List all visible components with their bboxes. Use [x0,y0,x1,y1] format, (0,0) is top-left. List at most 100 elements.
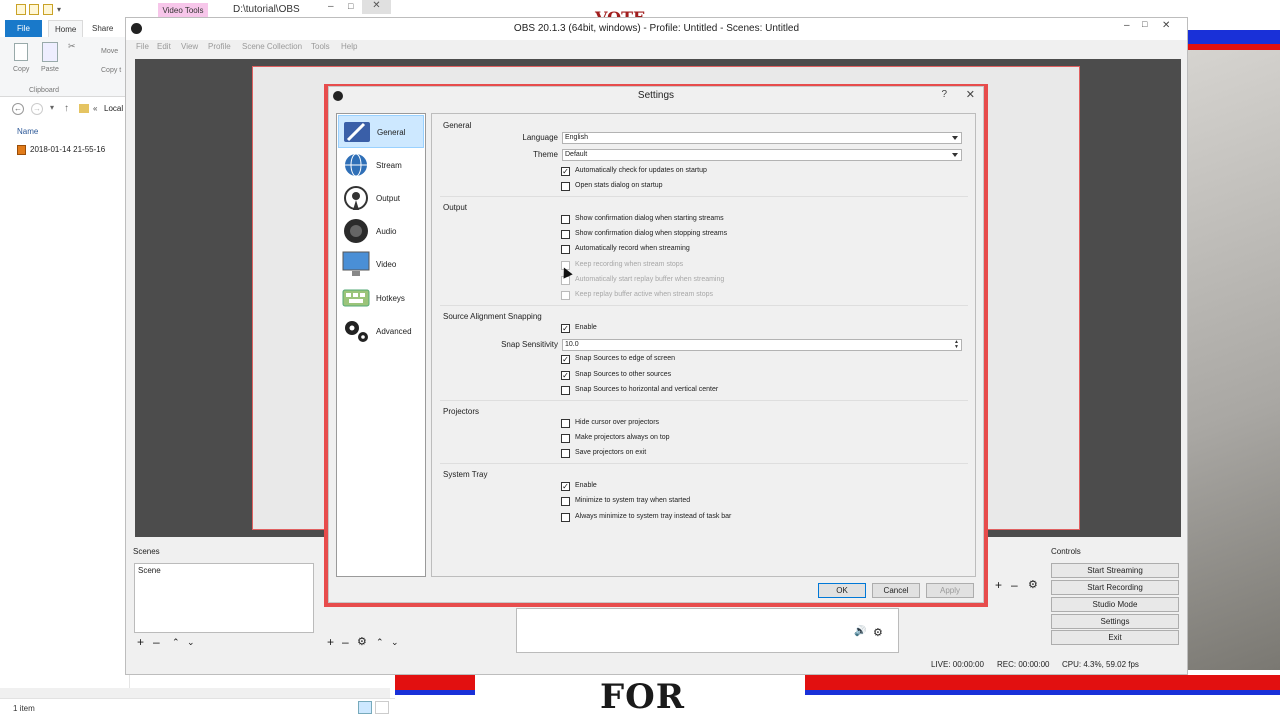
minimize-icon[interactable]: – [1124,20,1130,31]
remove-transition-icon[interactable]: – [1011,578,1018,592]
settings-button[interactable]: Settings [1051,614,1179,629]
spin-down-icon[interactable]: ▼ [954,345,959,350]
minimize-icon[interactable]: – [328,1,334,12]
keep-recording-label[interactable]: Keep recording when stream stops [575,261,683,268]
file-list-item[interactable]: 2018-01-14 21-55-16 [30,145,105,154]
close-icon[interactable]: ✕ [966,88,975,101]
scene-list-item[interactable]: Scene [138,566,161,575]
menu-help[interactable]: Help [341,42,357,51]
hide-cursor-label[interactable]: Hide cursor over projectors [575,419,659,426]
close-icon[interactable]: ✕ [1162,20,1170,31]
category-audio[interactable]: Audio [338,215,424,248]
save-projectors-label[interactable]: Save projectors on exit [575,449,646,456]
confirm-start-checkbox[interactable] [561,215,570,224]
projectors-on-top-label[interactable]: Make projectors always on top [575,434,670,441]
speaker-icon[interactable]: 🔊 [854,626,866,637]
studio-mode-button[interactable]: Studio Mode [1051,597,1179,612]
snap-center-checkbox[interactable] [561,386,570,395]
category-stream[interactable]: Stream [338,149,424,182]
stats-startup-label[interactable]: Open stats dialog on startup [575,182,663,189]
copy-to-label[interactable]: Copy t [101,67,121,74]
tray-always-label[interactable]: Always minimize to system tray instead o… [575,513,731,520]
gear-icon[interactable]: ⚙ [357,635,367,648]
auto-replay-label[interactable]: Automatically start replay buffer when s… [575,276,724,283]
theme-dropdown[interactable]: Default [562,149,962,161]
tray-min-start-checkbox[interactable] [561,497,570,506]
copy-icon[interactable] [14,43,28,61]
menu-profile[interactable]: Profile [208,42,231,51]
breadcrumb-location[interactable]: Local [104,104,123,113]
apply-button[interactable]: Apply [926,583,974,598]
keep-replay-checkbox[interactable] [561,291,570,300]
projectors-on-top-checkbox[interactable] [561,434,570,443]
remove-scene-icon[interactable]: – [153,635,160,649]
recent-dropdown-icon[interactable]: ▾ [50,103,54,112]
snap-other-checkbox[interactable]: ✓ [561,371,570,380]
large-icons-view-icon[interactable] [375,701,389,714]
menu-file[interactable]: File [136,42,149,51]
move-down-icon[interactable]: ⌄ [391,637,399,648]
gear-icon[interactable]: ⚙ [873,626,883,639]
language-dropdown[interactable]: English [562,132,962,144]
category-advanced[interactable]: Advanced [338,315,424,348]
tray-enable-checkbox[interactable]: ✓ [561,482,570,491]
add-source-icon[interactable]: + [327,635,334,649]
breadcrumb-chevron-icon[interactable]: « [93,104,97,113]
add-transition-icon[interactable]: + [995,578,1002,592]
move-up-icon[interactable]: ⌃ [172,637,180,648]
start-recording-button[interactable]: Start Recording [1051,580,1179,595]
move-to-label[interactable]: Move [101,48,118,55]
cut-icon[interactable]: ✂ [68,41,76,52]
add-scene-icon[interactable]: + [137,635,144,649]
properties-icon[interactable] [29,4,39,15]
tab-share[interactable]: Share [86,20,119,37]
menu-tools[interactable]: Tools [311,42,330,51]
category-output[interactable]: Output [338,182,424,215]
forward-icon[interactable]: → [31,103,43,115]
remove-source-icon[interactable]: – [342,635,349,649]
category-general[interactable]: General [338,115,424,148]
snap-enable-checkbox[interactable]: ✓ [561,324,570,333]
category-hotkeys[interactable]: Hotkeys [338,282,424,315]
maximize-icon[interactable]: □ [348,1,353,11]
snap-other-label[interactable]: Snap Sources to other sources [575,371,671,378]
menu-scene-collection[interactable]: Scene Collection [242,42,302,51]
column-header-name[interactable]: Name [17,127,38,136]
cancel-button[interactable]: Cancel [872,583,920,598]
ok-button[interactable]: OK [818,583,866,598]
auto-update-label[interactable]: Automatically check for updates on start… [575,167,707,174]
tab-file[interactable]: File [5,20,42,37]
start-streaming-button[interactable]: Start Streaming [1051,563,1179,578]
maximize-icon[interactable]: □ [1142,19,1147,29]
gear-icon[interactable]: ⚙ [1028,578,1038,591]
menu-view[interactable]: View [181,42,198,51]
move-up-icon[interactable]: ⌃ [376,637,384,648]
tray-min-start-label[interactable]: Minimize to system tray when started [575,497,690,504]
auto-update-checkbox[interactable]: ✓ [561,167,570,176]
snap-sensitivity-spinbox[interactable]: 10.0 ▲ ▼ [562,339,962,351]
up-icon[interactable]: ↑ [64,103,69,114]
snap-edge-label[interactable]: Snap Sources to edge of screen [575,355,675,362]
exit-button[interactable]: Exit [1051,630,1179,645]
snap-enable-label[interactable]: Enable [575,324,597,331]
scenes-list[interactable]: Scene [134,563,314,633]
confirm-start-label[interactable]: Show confirmation dialog when starting s… [575,215,724,222]
paste-label[interactable]: Paste [41,66,59,73]
confirm-stop-checkbox[interactable] [561,230,570,239]
snap-center-label[interactable]: Snap Sources to horizontal and vertical … [575,386,718,393]
horizontal-scrollbar[interactable] [0,688,390,698]
keep-replay-label[interactable]: Keep replay buffer active when stream st… [575,291,713,298]
save-projectors-checkbox[interactable] [561,449,570,458]
category-video[interactable]: Video [338,248,424,281]
menu-edit[interactable]: Edit [157,42,171,51]
auto-record-label[interactable]: Automatically record when streaming [575,245,690,252]
stats-startup-checkbox[interactable] [561,182,570,191]
paste-icon[interactable] [42,42,58,62]
tray-always-checkbox[interactable] [561,513,570,522]
tab-home[interactable]: Home [48,20,84,37]
help-icon[interactable]: ? [941,89,947,100]
chevron-down-icon[interactable]: ▾ [57,5,61,14]
copy-label[interactable]: Copy [13,66,29,73]
new-folder-icon[interactable] [43,4,53,15]
snap-edge-checkbox[interactable]: ✓ [561,355,570,364]
